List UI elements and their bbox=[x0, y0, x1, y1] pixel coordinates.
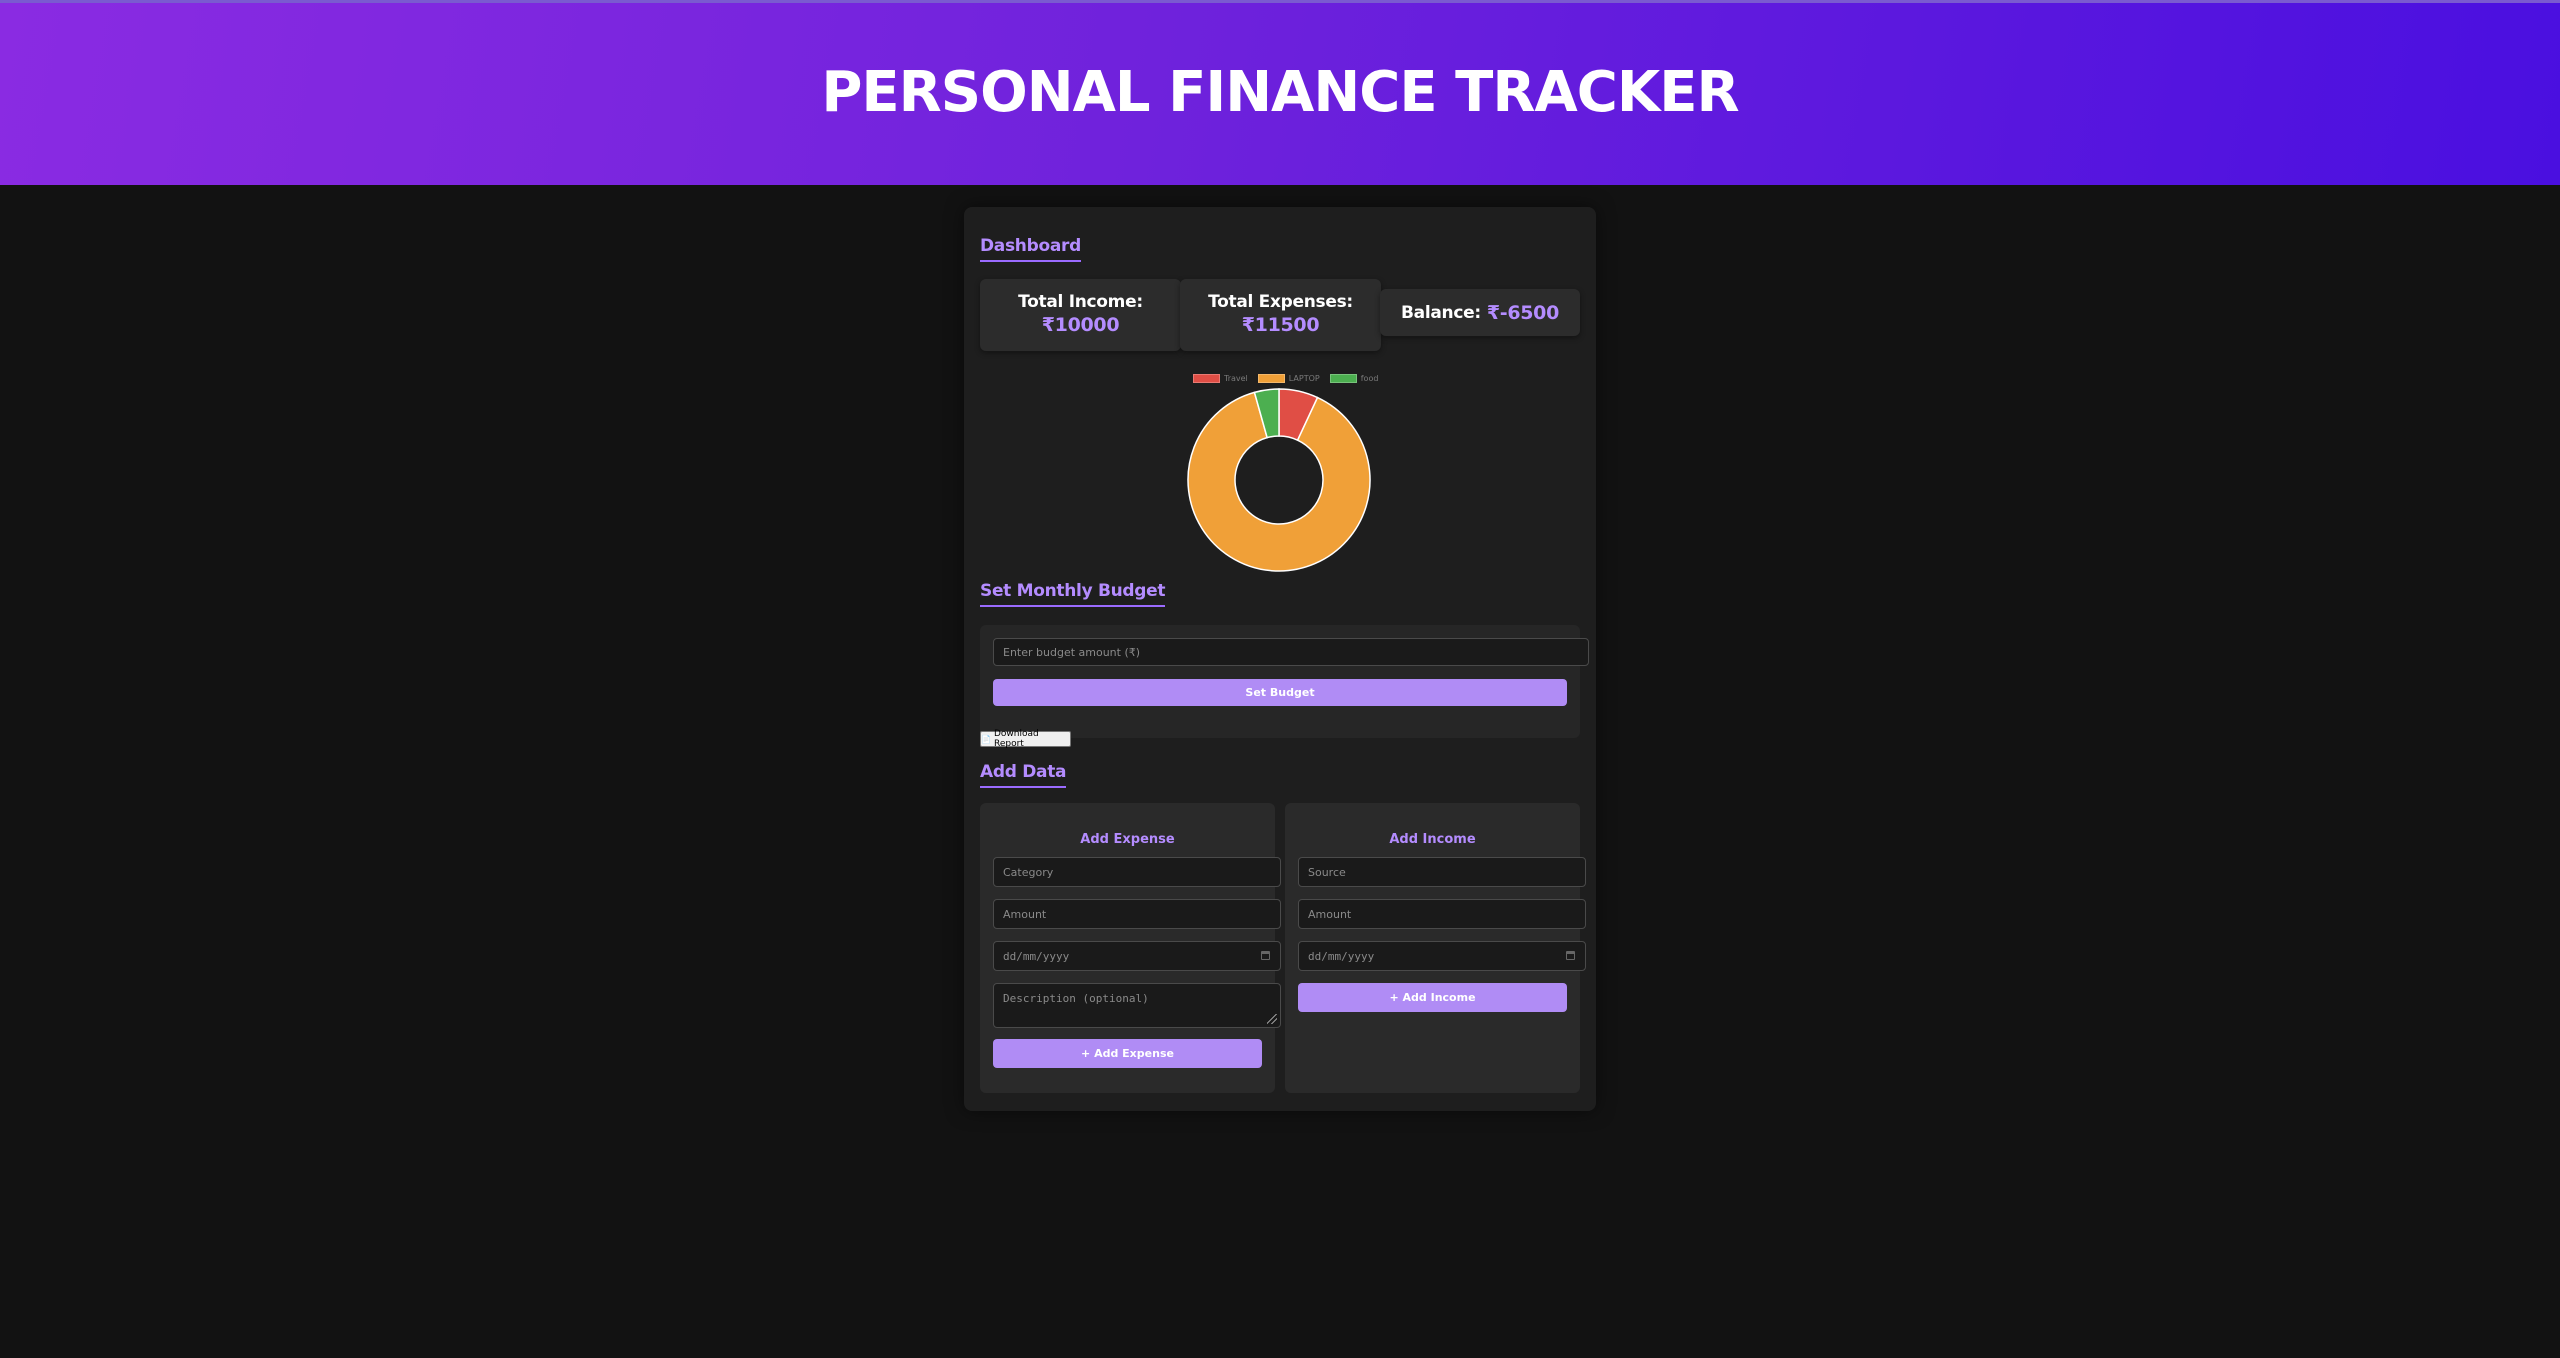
budget-amount-input[interactable]: Enter budget amount (₹) bbox=[993, 638, 1589, 666]
app-header: PERSONAL FINANCE TRACKER bbox=[0, 0, 2560, 185]
resize-handle-icon[interactable] bbox=[1267, 1014, 1277, 1024]
expense-category-input[interactable]: Category bbox=[993, 857, 1281, 887]
budget-heading: Set Monthly Budget bbox=[980, 581, 1166, 607]
balance-label: Balance: bbox=[1400, 302, 1481, 323]
page-title: PERSONAL FINANCE TRACKER bbox=[821, 59, 1739, 125]
total-expenses-label: Total Expenses: bbox=[1208, 292, 1353, 312]
legend-label: LAPTOP bbox=[1288, 373, 1320, 383]
chart-legend: Travel LAPTOP food bbox=[1193, 372, 1382, 384]
add-income-heading: Add Income bbox=[1389, 832, 1476, 847]
add-expense-button[interactable]: + Add Expense bbox=[993, 1039, 1262, 1068]
document-icon: 📄 bbox=[981, 734, 991, 744]
legend-item[interactable]: food bbox=[1329, 373, 1379, 383]
legend-item[interactable]: LAPTOP bbox=[1257, 373, 1320, 383]
download-report-label: Download Report bbox=[993, 729, 1039, 749]
set-budget-button[interactable]: Set Budget bbox=[993, 679, 1567, 706]
add-expense-heading: Add Expense bbox=[1080, 832, 1175, 847]
income-date-input[interactable]: dd/mm/yyyy bbox=[1298, 941, 1586, 971]
expense-donut-chart bbox=[1187, 388, 1371, 572]
legend-swatch bbox=[1257, 373, 1285, 383]
main-container: Dashboard Total Income: ₹10000 Total Exp… bbox=[964, 207, 1596, 1111]
expense-description-textarea[interactable]: Description (optional) bbox=[993, 983, 1281, 1028]
total-income-card: Total Income: ₹10000 bbox=[980, 279, 1181, 351]
total-income-label: Total Income: bbox=[1018, 292, 1143, 312]
add-data-heading: Add Data bbox=[980, 762, 1067, 788]
add-expense-panel: Add Expense Category Amount dd/mm/yyyy D… bbox=[980, 803, 1281, 1093]
expense-description-placeholder: Description (optional) bbox=[1003, 992, 1149, 1005]
total-expenses-card: Total Expenses: ₹11500 bbox=[1180, 279, 1381, 351]
legend-label: food bbox=[1360, 373, 1379, 383]
expense-date-input[interactable]: dd/mm/yyyy bbox=[993, 941, 1281, 971]
total-expenses-value: ₹11500 bbox=[1241, 314, 1320, 336]
income-source-input[interactable]: Source bbox=[1298, 857, 1586, 887]
expense-date-placeholder: dd/mm/yyyy bbox=[1003, 949, 1070, 963]
dashboard-heading: Dashboard bbox=[980, 236, 1081, 262]
legend-swatch bbox=[1193, 373, 1220, 383]
total-income-value: ₹10000 bbox=[1041, 314, 1120, 336]
balance-value: ₹-6500 bbox=[1486, 301, 1560, 324]
download-report-button[interactable]: 📄 Download Report bbox=[980, 729, 1071, 749]
balance-card: Balance: ₹-6500 bbox=[1380, 289, 1580, 336]
income-date-placeholder: dd/mm/yyyy bbox=[1308, 949, 1375, 963]
expense-amount-input[interactable]: Amount bbox=[993, 899, 1281, 929]
legend-item[interactable]: Travel bbox=[1193, 373, 1248, 383]
add-income-panel: Add Income Source Amount dd/mm/yyyy + Ad… bbox=[1285, 803, 1586, 1093]
budget-form: Enter budget amount (₹) Set Budget bbox=[980, 625, 1589, 738]
income-amount-input[interactable]: Amount bbox=[1298, 899, 1586, 929]
calendar-icon[interactable] bbox=[1566, 951, 1575, 960]
calendar-icon[interactable] bbox=[1261, 951, 1270, 960]
add-income-button[interactable]: + Add Income bbox=[1298, 983, 1567, 1012]
legend-label: Travel bbox=[1224, 373, 1248, 383]
legend-swatch bbox=[1329, 373, 1357, 383]
